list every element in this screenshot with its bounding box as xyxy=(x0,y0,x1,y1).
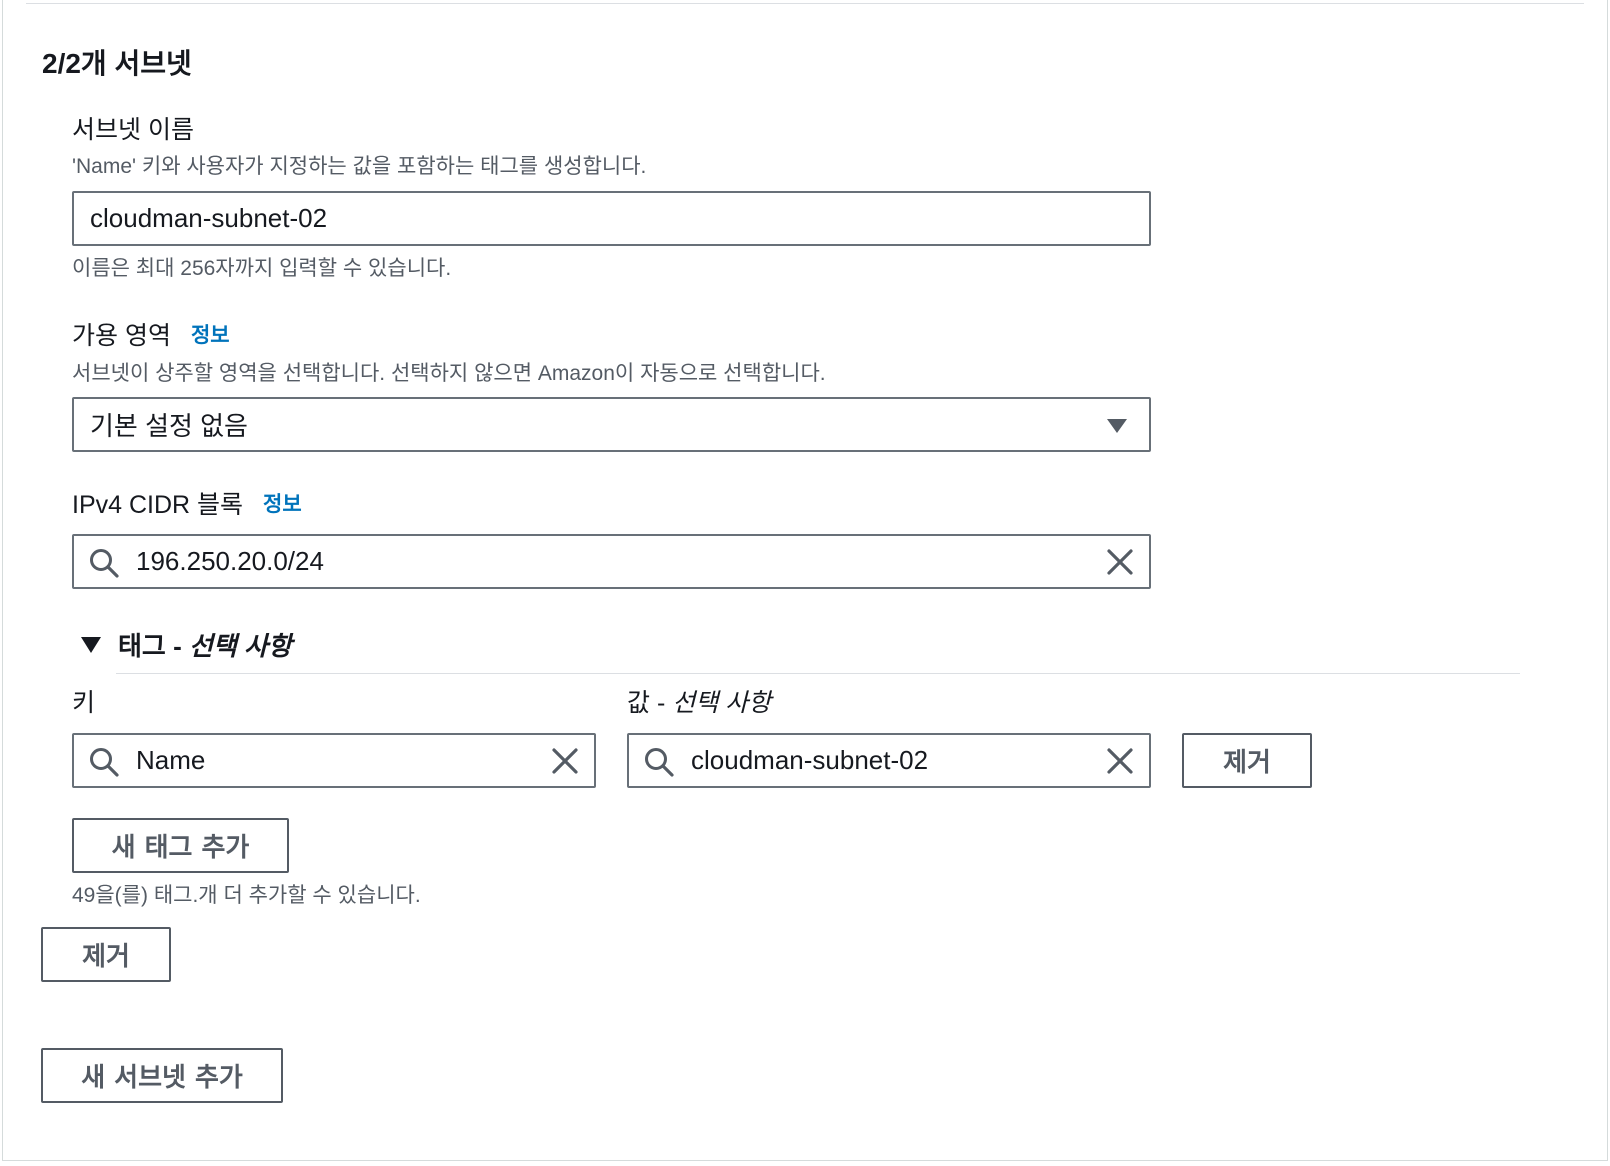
tag-key-input[interactable]: Name xyxy=(72,733,596,788)
tags-header-label: 태그 - xyxy=(118,631,189,661)
tags-remaining-text: 49을(를) 태그.개 더 추가할 수 있습니다. xyxy=(72,884,421,907)
add-tag-button[interactable]: 새 태그 추가 xyxy=(72,818,289,873)
tags-expander[interactable]: 태그 - 선택 사항 xyxy=(80,626,292,663)
tags-divider xyxy=(116,673,1520,674)
tag-value-value: cloudman-subnet-02 xyxy=(691,745,929,775)
availability-zone-info-link[interactable]: 정보 xyxy=(191,319,230,353)
search-icon xyxy=(90,748,119,777)
cidr-label-row: IPv4 CIDR 블록 정보 xyxy=(72,488,302,522)
cidr-value: 196.250.20.0/24 xyxy=(136,546,324,576)
caret-down-icon[interactable] xyxy=(1105,416,1129,436)
cidr-label: IPv4 CIDR 블록 xyxy=(72,491,244,519)
availability-zone-label-row: 가용 영역 정보 xyxy=(72,319,230,353)
tag-value-optional: 선택 사항 xyxy=(672,689,772,717)
tag-value-label: 값 - xyxy=(627,689,673,717)
add-subnet-button[interactable]: 새 서브넷 추가 xyxy=(41,1048,283,1103)
clear-icon[interactable] xyxy=(1105,547,1135,577)
remove-tag-button[interactable]: 제거 xyxy=(1182,733,1312,788)
clear-icon[interactable] xyxy=(1105,746,1135,776)
tag-value-input[interactable]: cloudman-subnet-02 xyxy=(627,733,1151,788)
cidr-input[interactable]: 196.250.20.0/24 xyxy=(72,534,1151,589)
cidr-info-link[interactable]: 정보 xyxy=(263,488,302,522)
tags-header-optional: 선택 사항 xyxy=(188,631,292,661)
availability-zone-selected: 기본 설정 없음 xyxy=(90,411,248,441)
subnet-name-input[interactable]: cloudman-subnet-02 xyxy=(72,191,1151,246)
clear-icon[interactable] xyxy=(550,746,580,776)
subnet-name-description: 'Name' 키와 사용자가 지정하는 값을 포함하는 태그를 생성합니다. xyxy=(72,155,647,178)
tag-value-label-row: 값 - 선택 사항 xyxy=(627,686,771,720)
availability-zone-select[interactable]: 기본 설정 없음 xyxy=(72,397,1151,452)
tag-key-label: 키 xyxy=(72,689,96,717)
top-divider xyxy=(26,3,1584,4)
tag-key-value: Name xyxy=(136,745,206,775)
caret-down-icon xyxy=(81,636,101,653)
subnet-name-label: 서브넷 이름 xyxy=(72,116,194,144)
section-title: 2/2개 서브넷 xyxy=(42,48,192,79)
search-icon xyxy=(645,748,674,777)
availability-zone-description: 서브넷이 상주할 영역을 선택합니다. 선택하지 않으면 Amazon이 자동으… xyxy=(72,362,826,385)
search-icon xyxy=(90,549,119,578)
subnet-name-value: cloudman-subnet-02 xyxy=(90,203,328,233)
subnet-name-hint: 이름은 최대 256자까지 입력할 수 있습니다. xyxy=(72,257,452,280)
remove-subnet-button[interactable]: 제거 xyxy=(41,927,171,982)
availability-zone-label: 가용 영역 xyxy=(72,322,171,350)
